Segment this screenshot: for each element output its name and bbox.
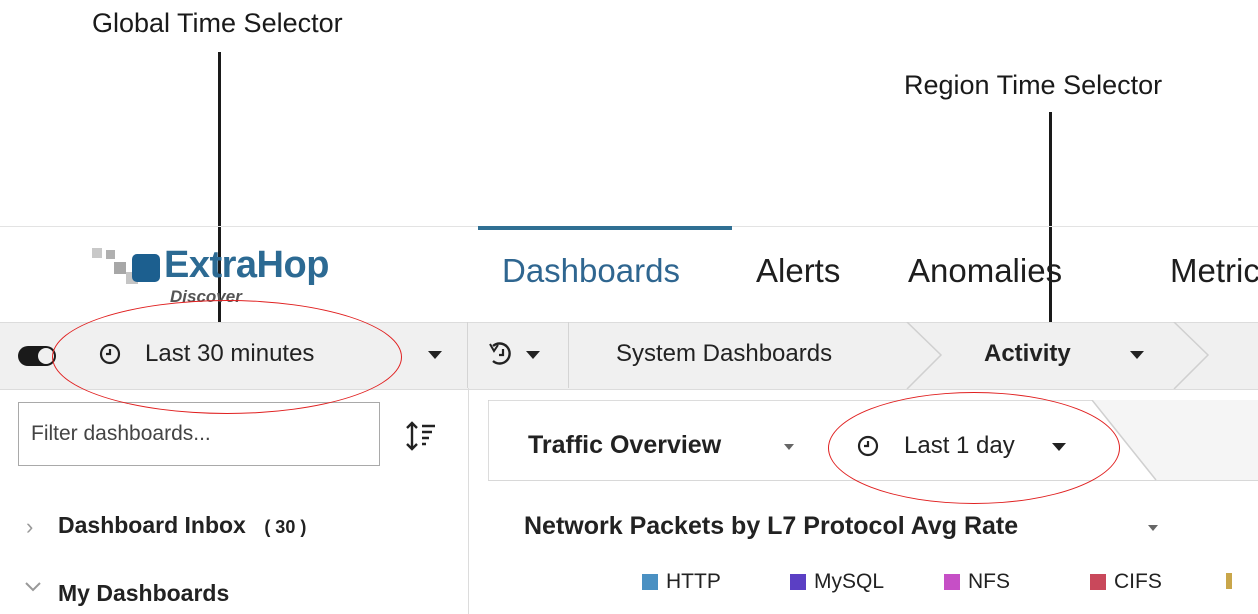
activity-dropdown-icon[interactable] bbox=[1130, 351, 1144, 359]
breadcrumb-system-dashboards[interactable]: System Dashboards bbox=[616, 340, 832, 368]
toolbar-divider bbox=[568, 322, 569, 388]
region-time-highlight bbox=[828, 392, 1120, 504]
legend-swatch bbox=[1090, 574, 1106, 590]
tab-anomalies[interactable]: Anomalies bbox=[908, 252, 1062, 290]
chart-title-dropdown-icon[interactable] bbox=[1148, 525, 1158, 531]
history-icon[interactable] bbox=[488, 340, 516, 368]
legend-swatch bbox=[944, 574, 960, 590]
breadcrumb-separator bbox=[1173, 322, 1210, 389]
tab-metrics[interactable]: Metrics bbox=[1170, 252, 1258, 290]
legend-item: MySQL bbox=[790, 570, 884, 594]
sidebar-item-label: Dashboard Inbox bbox=[58, 512, 246, 538]
legend-label: HTTP bbox=[666, 570, 721, 593]
tab-alerts[interactable]: Alerts bbox=[756, 252, 840, 290]
history-dropdown-icon[interactable] bbox=[526, 351, 540, 359]
legend-item: HTTP bbox=[642, 570, 721, 594]
sidebar-toggle[interactable] bbox=[18, 346, 56, 366]
legend-label: NFS bbox=[968, 570, 1010, 593]
legend-item: NFS bbox=[944, 570, 1010, 594]
region-title[interactable]: Traffic Overview bbox=[528, 431, 721, 460]
nav-active-indicator bbox=[478, 226, 732, 230]
chevron-right-icon[interactable]: › bbox=[26, 514, 33, 540]
toolbar-divider bbox=[467, 322, 468, 388]
extrahop-logo-icon bbox=[92, 248, 160, 284]
region-time-selector-annotation: Region Time Selector bbox=[904, 70, 1163, 100]
global-time-dropdown-icon[interactable] bbox=[428, 351, 442, 359]
sidebar-item-dashboard-inbox[interactable]: Dashboard Inbox ( 30 ) bbox=[58, 512, 306, 539]
chevron-down-icon[interactable] bbox=[24, 580, 42, 594]
global-time-selector-annotation: Global Time Selector bbox=[92, 8, 343, 38]
breadcrumb-separator bbox=[906, 322, 943, 389]
region-title-dropdown-icon[interactable] bbox=[784, 444, 794, 450]
inbox-count: ( 30 ) bbox=[264, 517, 307, 537]
brand-name: ExtraHop bbox=[164, 244, 329, 286]
legend-swatch-partial bbox=[1226, 573, 1232, 589]
tab-dashboards[interactable]: Dashboards bbox=[502, 252, 680, 290]
chart-title[interactable]: Network Packets by L7 Protocol Avg Rate bbox=[524, 512, 1018, 541]
legend-label: CIFS bbox=[1114, 570, 1162, 593]
global-time-highlight bbox=[52, 300, 402, 414]
legend-swatch bbox=[790, 574, 806, 590]
sidebar-item-my-dashboards[interactable]: My Dashboards bbox=[58, 580, 229, 607]
legend-item: CIFS bbox=[1090, 570, 1162, 594]
sort-icon[interactable] bbox=[404, 420, 438, 452]
breadcrumb-activity[interactable]: Activity bbox=[984, 340, 1071, 368]
legend-swatch bbox=[642, 574, 658, 590]
sidebar-divider bbox=[468, 388, 469, 614]
legend-label: MySQL bbox=[814, 570, 885, 593]
tab-metrics-clip: Metrics bbox=[1170, 240, 1258, 300]
